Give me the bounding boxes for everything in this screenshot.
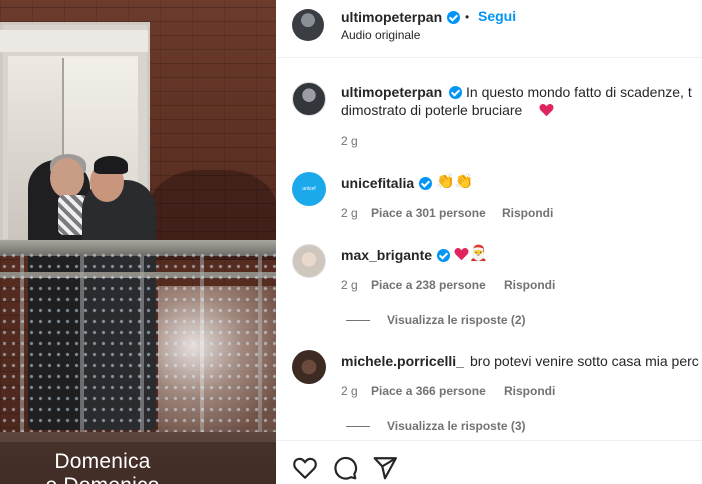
comment-likes[interactable]: Piace a 238 persone bbox=[371, 278, 486, 292]
comment-timestamp[interactable]: 2 g bbox=[341, 206, 358, 220]
view-replies-button[interactable]: Visualizza le risposte (3) bbox=[387, 419, 526, 433]
replies-divider-line bbox=[346, 426, 370, 427]
reply-button[interactable]: Rispondi bbox=[504, 384, 555, 398]
author-username[interactable]: ultimopeterpan bbox=[341, 9, 442, 25]
comment-text: bro potevi venire sotto casa mia perc bbox=[470, 353, 699, 369]
max-brigante-avatar[interactable] bbox=[292, 244, 326, 278]
action-bar bbox=[276, 440, 702, 484]
media-caption-line1: Domenica bbox=[54, 450, 151, 473]
comment-timestamp[interactable]: 2 g bbox=[341, 384, 358, 398]
follow-button[interactable]: Segui bbox=[478, 8, 516, 24]
person-man-cap bbox=[94, 156, 128, 174]
clapping-hands-emoji-icon: 👏👏 bbox=[436, 173, 474, 190]
view-replies-button[interactable]: Visualizza le risposte (2) bbox=[387, 313, 526, 327]
author-avatar[interactable] bbox=[292, 9, 324, 41]
unicef-avatar[interactable]: unicef bbox=[292, 172, 326, 206]
santa-emoji-icon: 🎅 bbox=[469, 245, 488, 262]
verified-badge-icon bbox=[449, 86, 462, 99]
comment-username[interactable]: max_brigante bbox=[341, 247, 432, 263]
post-media[interactable]: Domenica e Domenico bbox=[0, 0, 276, 484]
verified-badge-icon bbox=[437, 249, 450, 262]
verified-badge-icon bbox=[419, 177, 432, 190]
paper-plane-icon[interactable] bbox=[372, 455, 398, 481]
string-lights bbox=[0, 250, 276, 440]
red-heart-emoji-icon bbox=[539, 104, 554, 117]
comment-username[interactable]: michele.porricelli_ bbox=[341, 353, 464, 369]
comment-username[interactable]: unicefitalia bbox=[341, 175, 414, 191]
comment-timestamp[interactable]: 2 g bbox=[341, 278, 358, 292]
post-author-username[interactable]: ultimopeterpan bbox=[341, 84, 442, 100]
post-text-line1: In questo mondo fatto di scadenze, t bbox=[466, 84, 692, 100]
post-header: ultimopeterpan • Segui Audio originale bbox=[276, 0, 702, 58]
heart-outline-icon[interactable] bbox=[292, 455, 318, 481]
comment-likes[interactable]: Piace a 366 persone bbox=[371, 384, 486, 398]
audio-link[interactable]: Audio originale bbox=[341, 28, 420, 42]
red-heart-emoji-icon bbox=[454, 248, 469, 261]
post-text-line2: dimostrato di poterle bruciare bbox=[341, 102, 523, 118]
person-woman-head bbox=[50, 158, 84, 198]
replies-divider-line bbox=[346, 320, 370, 321]
reply-button[interactable]: Rispondi bbox=[502, 206, 553, 220]
reply-button[interactable]: Rispondi bbox=[504, 278, 555, 292]
window-top bbox=[0, 30, 148, 52]
verified-badge-icon bbox=[447, 11, 460, 24]
post-timestamp[interactable]: 2 g bbox=[341, 134, 358, 148]
media-caption-line2: e Domenico bbox=[0, 474, 205, 484]
post-side-panel: ultimopeterpan • Segui Audio originale u… bbox=[276, 0, 702, 484]
comment-icon[interactable] bbox=[332, 455, 358, 481]
post-author-avatar[interactable] bbox=[292, 82, 326, 116]
unicef-logo-icon: unicef bbox=[302, 186, 316, 192]
michele-avatar[interactable] bbox=[292, 350, 326, 384]
comment-likes[interactable]: Piace a 301 persone bbox=[371, 206, 486, 220]
separator-dot: • bbox=[465, 10, 470, 24]
